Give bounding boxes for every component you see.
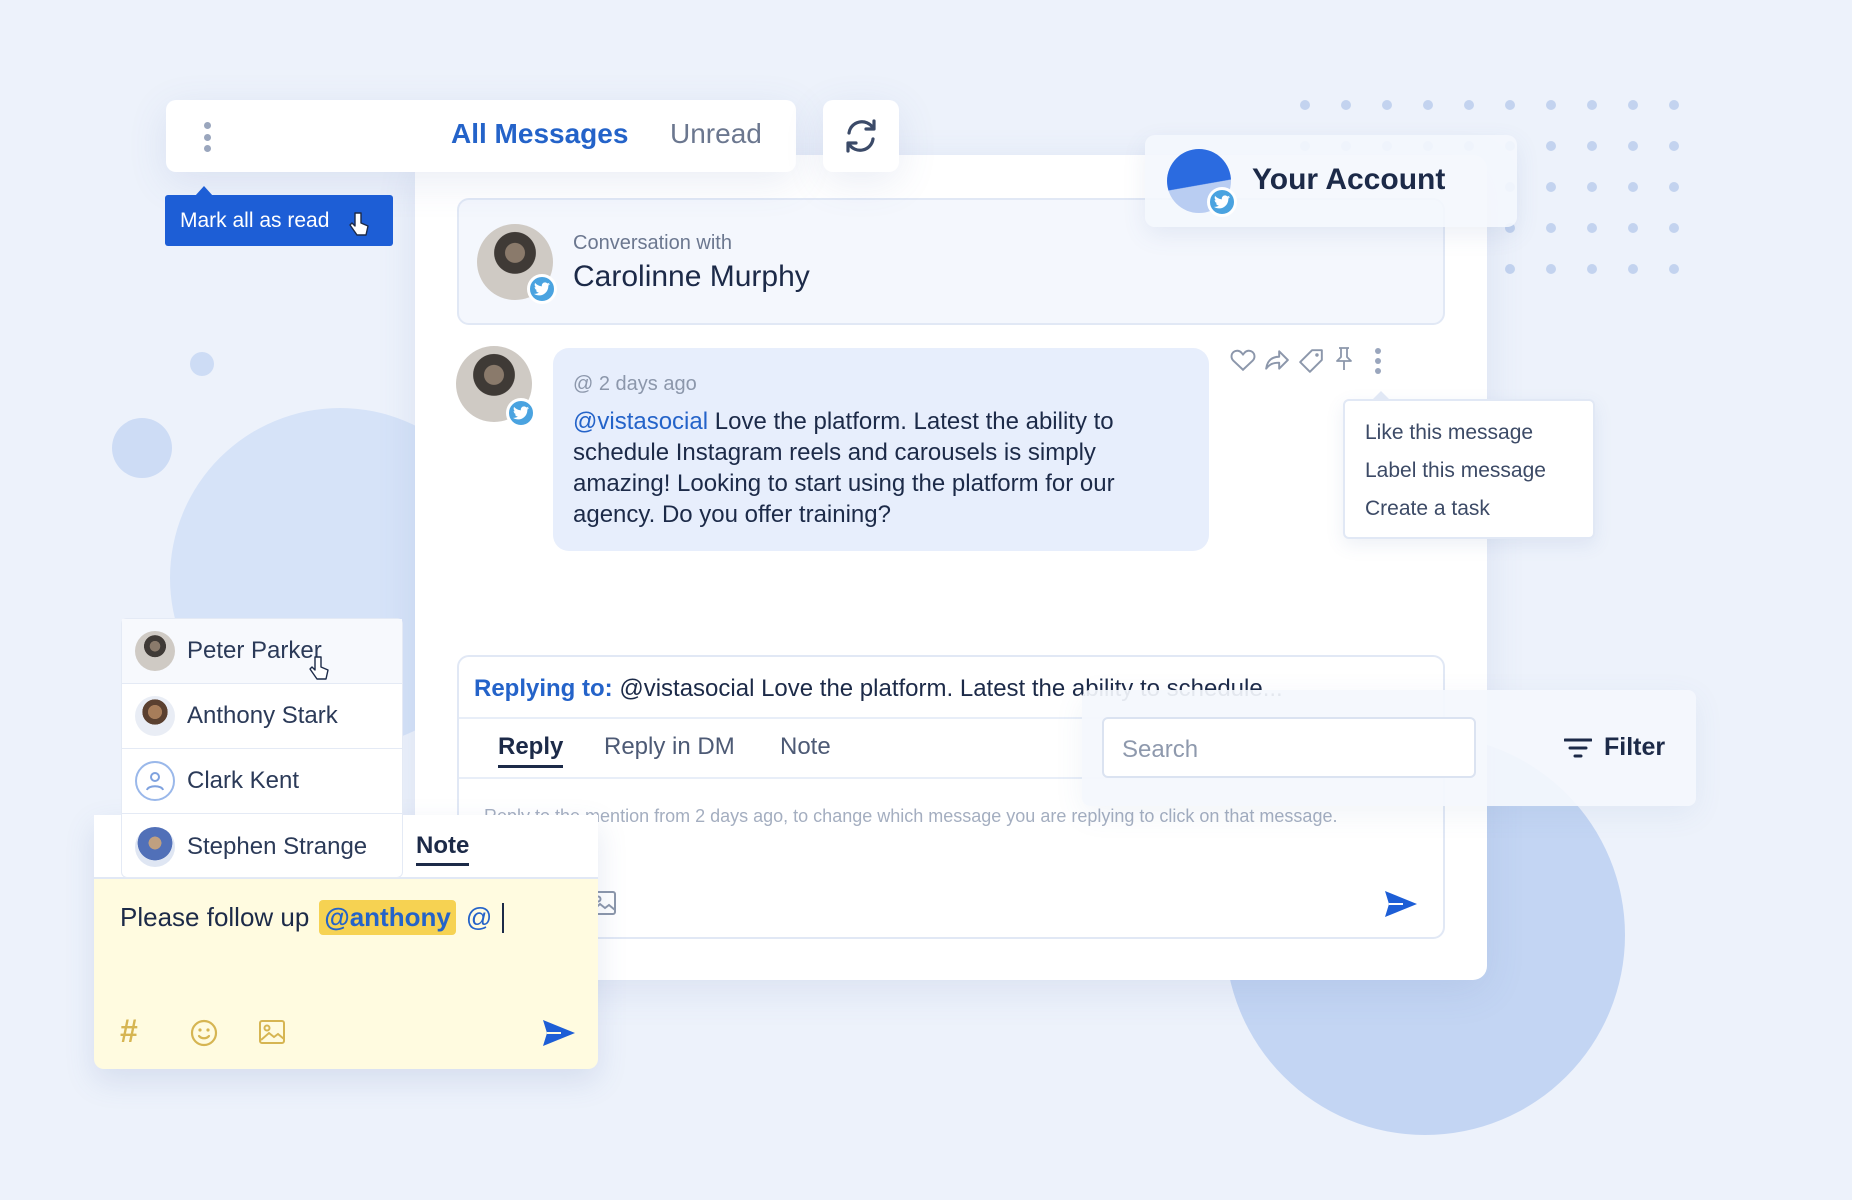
bg-dot: [1505, 100, 1515, 110]
tab-reply[interactable]: Reply: [498, 733, 564, 768]
mention-item[interactable]: Clark Kent: [122, 749, 402, 814]
avatar: [135, 696, 175, 736]
message-actions: [1230, 346, 1400, 376]
pointer-cursor-icon: [309, 656, 329, 680]
bg-dot: [1628, 223, 1638, 233]
bg-dot: [1669, 264, 1679, 274]
menu-item-label[interactable]: Label this message: [1365, 459, 1546, 483]
search-panel: Search Filter: [1082, 690, 1696, 806]
mark-all-read-tooltip[interactable]: Mark all as read: [165, 186, 393, 246]
image-icon[interactable]: [258, 1019, 286, 1045]
bg-dot: [1669, 182, 1679, 192]
hashtag-icon[interactable]: #: [120, 1013, 138, 1050]
refresh-button[interactable]: [823, 100, 899, 172]
twitter-icon: [506, 398, 536, 428]
message-mention[interactable]: @vistasocial: [573, 408, 708, 435]
mention-tag[interactable]: @anthony: [319, 900, 456, 935]
mention-name: Clark Kent: [187, 767, 300, 794]
mention-name: Stephen Strange: [187, 832, 368, 860]
bg-dot: [1587, 141, 1597, 151]
replying-label: Replying to:: [474, 675, 613, 702]
tab-all-messages[interactable]: All Messages: [451, 118, 628, 150]
text-cursor: [502, 902, 505, 933]
user-placeholder-icon: [135, 761, 175, 801]
bg-dot: [1669, 100, 1679, 110]
account-card[interactable]: Your Account: [1145, 135, 1517, 227]
refresh-icon: [846, 119, 876, 153]
search-input[interactable]: Search: [1102, 717, 1476, 778]
account-label: Your Account: [1252, 163, 1446, 196]
heart-icon[interactable]: [1230, 348, 1256, 372]
bg-dot: [1628, 100, 1638, 110]
bg-dot: [1587, 100, 1597, 110]
conversation-caption: Conversation with: [573, 232, 732, 254]
emoji-icon[interactable]: [190, 1019, 218, 1047]
bg-dot: [1423, 100, 1433, 110]
reply-input[interactable]: Reply to the mention from 2 days ago, to…: [484, 802, 1404, 830]
message-time: @ 2 days ago: [573, 373, 697, 395]
bg-circle-small: [112, 418, 172, 478]
tab-unread[interactable]: Unread: [670, 118, 762, 150]
bg-dot: [1587, 264, 1597, 274]
bg-dot: [1587, 182, 1597, 192]
message-text: @vistasocial Love the platform. Latest t…: [573, 406, 1198, 530]
mention-item[interactable]: Anthony Stark: [122, 684, 402, 749]
bg-dot: [1464, 100, 1474, 110]
messages-tab-bar: All Messages Unread: [166, 100, 796, 172]
bg-dot: [1546, 100, 1556, 110]
twitter-icon: [1207, 187, 1237, 217]
bg-dot: [1505, 264, 1515, 274]
mention-trigger: @: [465, 902, 493, 932]
bg-dot: [1669, 141, 1679, 151]
more-options-icon[interactable]: [201, 122, 213, 152]
menu-item-task[interactable]: Create a task: [1365, 497, 1490, 521]
send-icon[interactable]: [1384, 890, 1418, 918]
bg-dot: [1341, 100, 1351, 110]
note-input[interactable]: Please follow up @anthony @: [120, 900, 505, 935]
bg-dot: [1587, 223, 1597, 233]
conversation-name: Carolinne Murphy: [573, 260, 810, 293]
filter-icon: [1564, 738, 1592, 757]
mention-name: Anthony Stark: [187, 702, 338, 729]
bg-dot: [190, 352, 214, 376]
bg-dot: [1546, 223, 1556, 233]
bg-dot: [1546, 141, 1556, 151]
tab-note[interactable]: Note: [780, 733, 831, 761]
tooltip-label: Mark all as read: [180, 208, 330, 232]
pointer-cursor-icon: [349, 212, 369, 236]
message-actions-menu: Like this message Label this message Cre…: [1343, 391, 1595, 539]
pin-icon[interactable]: [1332, 346, 1356, 372]
mention-item[interactable]: Peter Parker: [122, 619, 402, 684]
filter-label: Filter: [1604, 733, 1666, 761]
bg-dot: [1300, 100, 1310, 110]
bg-dot: [1628, 141, 1638, 151]
bg-dot: [1628, 182, 1638, 192]
menu-item-like[interactable]: Like this message: [1365, 421, 1533, 445]
filter-button[interactable]: Filter: [1564, 733, 1665, 762]
avatar: [135, 826, 175, 867]
more-options-icon[interactable]: [1374, 348, 1382, 374]
mention-suggestions: Peter Parker Anthony Stark Clark Kent St…: [121, 618, 403, 878]
share-icon[interactable]: [1264, 348, 1290, 372]
avatar: [135, 631, 175, 671]
send-icon[interactable]: [542, 1019, 576, 1047]
tab-note-active[interactable]: Note: [416, 832, 470, 866]
bg-dot: [1546, 182, 1556, 192]
twitter-icon: [527, 274, 557, 304]
note-text: Please follow up: [120, 902, 310, 932]
bg-dot: [1546, 264, 1556, 274]
tag-icon[interactable]: [1298, 348, 1324, 374]
bg-dot: [1382, 100, 1392, 110]
tab-reply-dm[interactable]: Reply in DM: [604, 733, 735, 761]
bg-dot: [1669, 223, 1679, 233]
mention-item[interactable]: Stephen Strange: [122, 814, 402, 879]
bg-dot: [1628, 264, 1638, 274]
mention-name: Peter Parker: [187, 637, 322, 664]
message-bubble[interactable]: @ 2 days ago @vistasocial Love the platf…: [553, 348, 1209, 551]
